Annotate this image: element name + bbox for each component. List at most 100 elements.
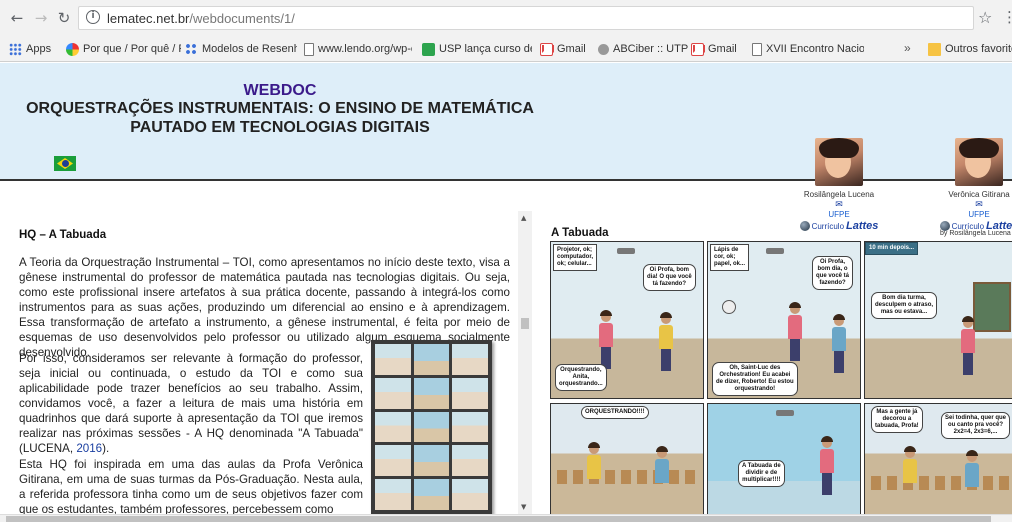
comic-panel: Lápis de cor, ok; papel, ok... Oi Profa,… xyxy=(707,241,861,399)
speech-bubble: ORQUESTRANDO!!!! xyxy=(581,406,649,419)
bookmark-item[interactable]: Modelos de Resenha xyxy=(185,41,297,57)
bookmark-item[interactable]: USP lança curso de e xyxy=(422,41,532,57)
bookmark-item[interactable]: Gmail xyxy=(691,41,745,57)
teacher-figure xyxy=(820,436,834,495)
bookmarks-bar: Apps Por que / Por quê / P Modelos de Re… xyxy=(0,36,1012,62)
projector-illustration xyxy=(776,410,794,416)
arrow-left-icon[interactable]: ← xyxy=(8,9,26,27)
student-figure xyxy=(903,446,917,483)
url-host: lematec.net.br xyxy=(107,11,190,26)
scrollbar-thumb[interactable] xyxy=(521,318,529,329)
page-title-line2: PAUTADO EM TECNOLOGIAS DIGITAIS xyxy=(130,119,430,136)
comic-byline: by Rosilângela Lucena xyxy=(940,230,1011,237)
article-paragraph: Esta HQ foi inspirada em uma das aulas d… xyxy=(19,458,363,514)
student-figure xyxy=(587,442,601,479)
student-figure xyxy=(659,312,673,371)
bookmark-item[interactable]: XVII Encontro Nacion xyxy=(752,41,864,57)
url-text[interactable]: lematec.net.br/webdocuments/1/ xyxy=(107,11,295,26)
lattes-link[interactable]: CurrículoLattes xyxy=(794,220,884,232)
site-icon xyxy=(185,42,198,56)
page-title: ORQUESTRAÇÕES INSTRUMENTAIS: O ENSINO DE… xyxy=(26,100,534,117)
url-path: /webdocuments/1/ xyxy=(189,11,295,26)
article-scrollbar[interactable]: ▲ ▼ xyxy=(518,211,532,514)
horizontal-scrollbar[interactable] xyxy=(0,514,1012,522)
site-icon xyxy=(422,42,435,56)
email-icon[interactable]: ✉ xyxy=(794,201,884,210)
comic-caption: Lápis de cor, ok; papel, ok... xyxy=(710,244,750,271)
comic-caption: Projetor, ok; computador, ok; celular... xyxy=(553,244,598,271)
apps-icon xyxy=(9,42,22,56)
comic-panel: Mas a gente já decorou a tabuada, Profa!… xyxy=(864,403,1012,514)
menu-icon[interactable]: ⋮ xyxy=(1002,8,1012,26)
scroll-up-icon[interactable]: ▲ xyxy=(521,214,526,222)
bookmarks-overflow-button[interactable]: » xyxy=(904,41,911,55)
author-card: Verônica Gitirana ✉ UFPE CurrículoLattes xyxy=(934,138,1012,232)
speech-bubble: Bom dia turma, desculpem o atraso, mas o… xyxy=(871,292,938,319)
comic-title: A Tabuada xyxy=(551,227,609,239)
speech-bubble: Oh, Saint-Luc des Orchestration! Eu acab… xyxy=(712,362,798,396)
citation-link[interactable]: 2016 xyxy=(76,442,102,455)
bookmark-item[interactable]: ABCiber :: UTP xyxy=(598,41,688,57)
gmail-icon xyxy=(691,42,705,56)
speech-bubble: Sei todinha, quer que ou canto pra você?… xyxy=(941,412,1011,439)
comic-panel: ORQUESTRANDO!!!! xyxy=(550,403,704,514)
classroom-chairs xyxy=(871,476,1009,490)
speech-bubble: A Tabuada de dividir e de multiplicar!!!… xyxy=(738,460,785,487)
student-figure xyxy=(832,314,846,373)
article-paragraph: Por isso, consideramos ser relevante à f… xyxy=(19,352,363,455)
arrow-right-icon[interactable]: → xyxy=(32,9,50,27)
info-icon[interactable]: i xyxy=(86,10,100,24)
other-bookmarks[interactable]: Outros favoritos xyxy=(928,41,1012,57)
author-name: Rosilângela Lucena xyxy=(803,190,875,199)
character-figure xyxy=(722,300,736,314)
brazil-flag-icon[interactable] xyxy=(54,156,76,171)
article-pane: HQ – A Tabuada A Teoria da Orquestração … xyxy=(0,211,518,514)
comic-thumbnail[interactable] xyxy=(371,340,492,514)
bookmark-item[interactable]: Por que / Por quê / P xyxy=(66,41,181,57)
page-icon xyxy=(304,42,314,56)
site-icon xyxy=(598,43,609,55)
comic-strip: Projetor, ok; computador, ok; celular...… xyxy=(549,240,1012,514)
scrollbar-thumb[interactable] xyxy=(6,516,991,522)
browser-toolbar: ← → ↻ i lematec.net.br/webdocuments/1/ ☆… xyxy=(0,0,1012,36)
bookmark-item[interactable]: www.lendo.org/wp-c xyxy=(304,41,412,57)
classroom-chairs xyxy=(557,470,697,484)
site-icon xyxy=(66,42,79,56)
comic-panel: A Tabuada de dividir e de multiplicar!!!… xyxy=(707,403,861,514)
lattes-icon xyxy=(799,221,810,231)
author-card: Rosilângela Lucena ✉ UFPE Currículo Latte… xyxy=(794,138,884,232)
gmail-icon xyxy=(540,42,554,56)
star-icon[interactable]: ☆ xyxy=(978,8,992,27)
bookmark-apps[interactable]: Apps xyxy=(9,41,64,57)
comic-panel: 10 min depois... Bom dia turma, desculpe… xyxy=(864,241,1012,399)
teacher-figure xyxy=(599,310,613,369)
projector-illustration xyxy=(766,248,784,254)
avatar xyxy=(955,138,1003,186)
site-name: WEBDOC xyxy=(243,82,317,99)
comic-caption: 10 min depois... xyxy=(865,242,919,255)
projector-illustration xyxy=(617,248,635,254)
avatar xyxy=(815,138,863,186)
email-icon[interactable]: ✉ xyxy=(934,201,1012,210)
board-illustration xyxy=(973,282,1011,332)
author-institution[interactable]: UFPE xyxy=(794,210,884,219)
page-header: WEBDOC ORQUESTRAÇÕES INSTRUMENTAIS: O EN… xyxy=(0,63,1012,232)
author-institution[interactable]: UFPE xyxy=(934,210,1012,219)
student-figure xyxy=(655,446,669,483)
page-icon xyxy=(752,42,762,56)
author-name: Verônica Gitirana xyxy=(948,190,1010,199)
scroll-down-icon[interactable]: ▼ xyxy=(521,503,526,511)
folder-icon xyxy=(928,42,941,56)
speech-bubble: Mas a gente já decorou a tabuada, Profa! xyxy=(871,406,923,433)
student-figure xyxy=(965,450,979,487)
bookmark-item[interactable]: Gmail xyxy=(540,41,594,57)
comic-panel: Projetor, ok; computador, ok; celular...… xyxy=(550,241,704,399)
speech-bubble: Oi Profa, bom dia! O que você tá fazendo… xyxy=(643,264,696,291)
speech-bubble: Orquestrando, Anita, orquestrando... xyxy=(555,364,607,391)
speech-bubble: Oi Profa, bom dia, o que você tá fazendo… xyxy=(812,256,854,290)
address-bar[interactable]: i lematec.net.br/webdocuments/1/ xyxy=(78,6,974,30)
teacher-figure xyxy=(961,316,975,375)
teacher-figure xyxy=(788,302,802,361)
reload-icon[interactable]: ↻ xyxy=(55,9,73,27)
article-title: HQ – A Tabuada xyxy=(19,229,107,241)
